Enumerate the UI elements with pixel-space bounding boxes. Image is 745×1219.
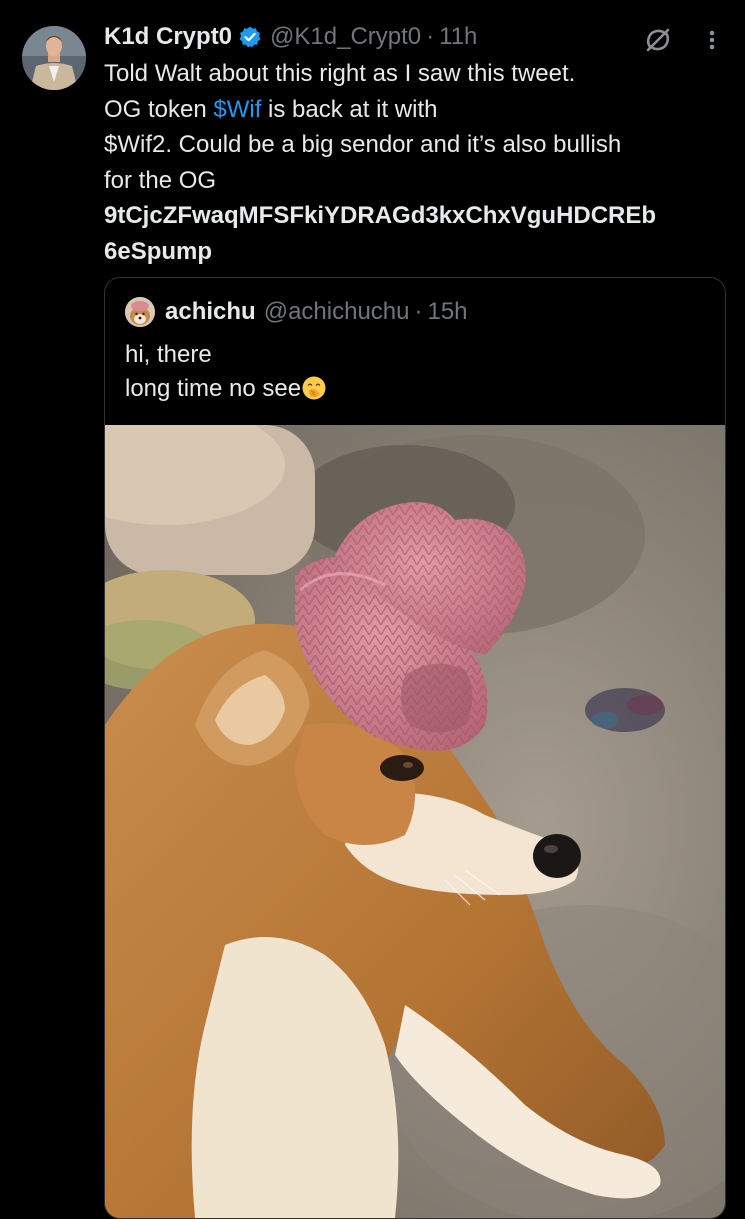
profile-photo-icon bbox=[22, 26, 86, 90]
quoted-avatar[interactable] bbox=[125, 297, 155, 327]
shiba-avatar-icon bbox=[125, 297, 155, 327]
quoted-photo[interactable] bbox=[105, 425, 725, 1218]
more-vertical-icon bbox=[709, 30, 715, 50]
quoted-text: hi, there long time no see bbox=[125, 338, 327, 406]
grok-button[interactable] bbox=[640, 22, 676, 58]
cashtag-link[interactable]: $Wif bbox=[213, 96, 261, 123]
grok-icon bbox=[646, 28, 670, 52]
face-with-hand-over-mouth-icon bbox=[301, 375, 327, 401]
post-text-line: Told Walt about this right as I saw this… bbox=[104, 60, 576, 87]
post-header: K1d Crypt0 @K1d_Crypt0 · 11h bbox=[104, 20, 477, 54]
shiba-inu-photo-icon bbox=[105, 425, 725, 1218]
post-text-segment: is back at it with bbox=[261, 95, 438, 123]
quoted-timestamp[interactable]: 15h bbox=[427, 298, 467, 326]
author-display-name[interactable]: K1d Crypt0 bbox=[104, 23, 232, 51]
post-text-line: $Wif2. Could be a big sendor and it’s al… bbox=[104, 131, 622, 158]
quoted-text-line: long time no see bbox=[125, 372, 327, 406]
post-text: Told Walt about this right as I saw this… bbox=[104, 56, 734, 269]
post-text-line: for the OG bbox=[104, 166, 217, 194]
post-text-line: OG token $Wif is back at it with bbox=[104, 92, 734, 128]
contract-address: 9tCjcZFwaqMFSFkiYDRAGd3kxChxVguHDCREb bbox=[104, 202, 657, 229]
separator-dot: · bbox=[414, 298, 423, 325]
quoted-header: achichu @achichuchu · 15h bbox=[125, 296, 468, 328]
quoted-display-name[interactable]: achichu bbox=[165, 298, 256, 326]
post-text-segment: OG token bbox=[104, 95, 214, 123]
quoted-tweet[interactable]: achichu @achichuchu · 15h hi, there long… bbox=[104, 277, 726, 1219]
more-options-button[interactable] bbox=[697, 22, 727, 58]
quoted-handle[interactable]: @achichuchu bbox=[264, 298, 410, 326]
post-timestamp[interactable]: 11h bbox=[439, 23, 477, 51]
author-handle[interactable]: @K1d_Crypt0 bbox=[270, 23, 421, 51]
quoted-text-segment: long time no see bbox=[125, 375, 302, 402]
author-avatar[interactable] bbox=[22, 26, 86, 90]
contract-address-end: 6eSpump bbox=[104, 237, 213, 265]
tweet[interactable]: K1d Crypt0 @K1d_Crypt0 · 11h Told Walt a… bbox=[0, 0, 745, 1219]
verified-badge-icon[interactable] bbox=[238, 25, 262, 49]
separator-dot: · bbox=[426, 23, 435, 50]
quoted-text-line: hi, there bbox=[125, 341, 212, 368]
